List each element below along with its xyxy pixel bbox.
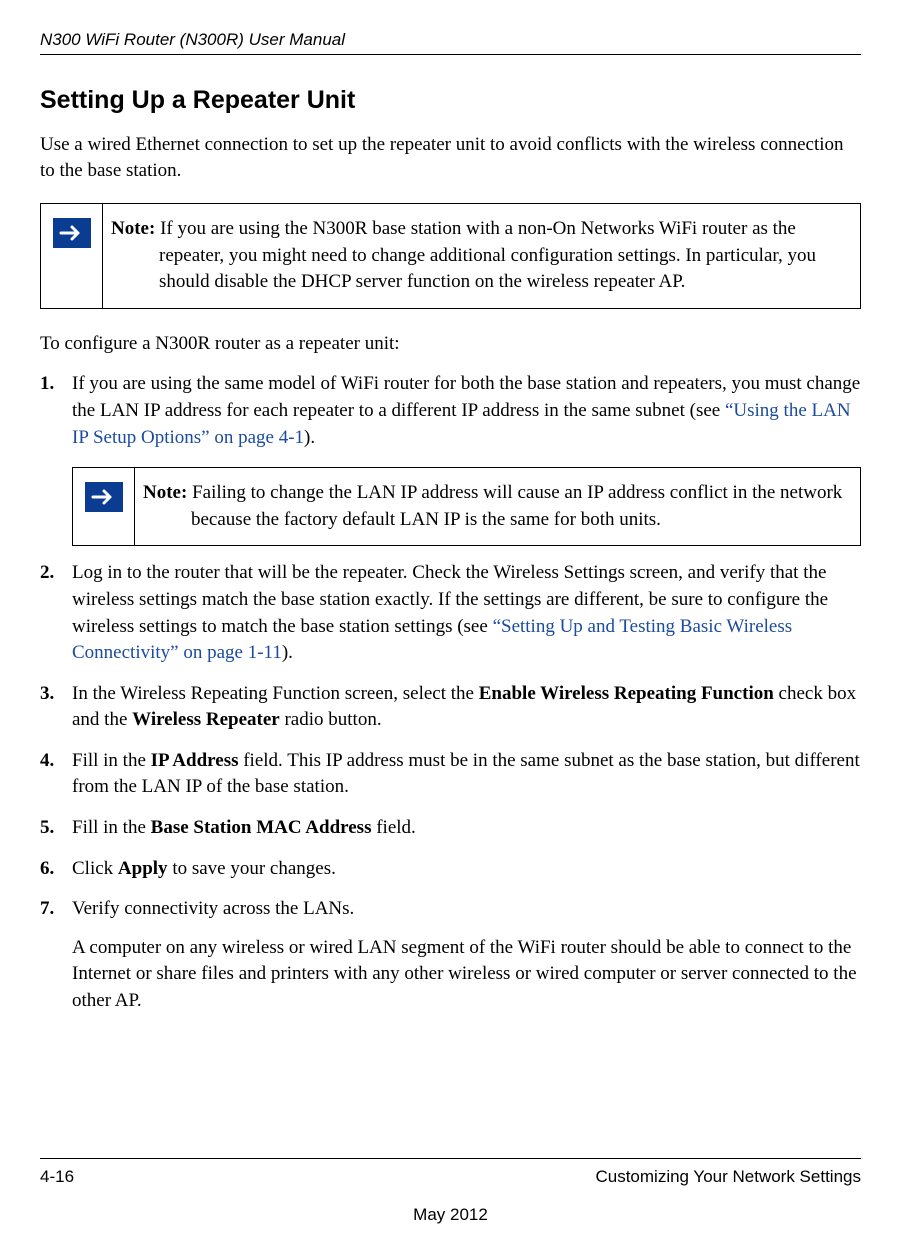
- list-item: If you are using the same model of WiFi …: [40, 371, 861, 546]
- list-item: Log in to the router that will be the re…: [40, 560, 861, 666]
- step-text: Fill in the: [72, 750, 151, 771]
- steps-list: If you are using the same model of WiFi …: [40, 371, 861, 1014]
- ui-element-name: IP Address: [151, 750, 239, 771]
- step-text: field.: [371, 817, 415, 838]
- note-label: Note:: [143, 482, 187, 503]
- list-item: Fill in the IP Address field. This IP ad…: [40, 748, 861, 801]
- pre-list-text: To configure a N300R router as a repeate…: [40, 331, 861, 358]
- ui-element-name: Base Station MAC Address: [151, 817, 372, 838]
- note-body: If you are using the N300R base station …: [155, 218, 816, 292]
- note-text: Note: If you are using the N300R base st…: [103, 204, 860, 308]
- step-text: to save your changes.: [168, 858, 336, 879]
- note-box-1: Note: If you are using the N300R base st…: [40, 203, 861, 309]
- step-text: ).: [304, 427, 315, 448]
- footer-date: May 2012: [40, 1203, 861, 1227]
- note-label: Note:: [111, 218, 155, 239]
- chapter-title: Customizing Your Network Settings: [595, 1165, 861, 1189]
- arrow-right-icon: [85, 482, 123, 512]
- page-footer: 4-16 Customizing Your Network Settings M…: [40, 1158, 861, 1227]
- list-item: Fill in the Base Station MAC Address fie…: [40, 815, 861, 842]
- note-text: Note: Failing to change the LAN IP addre…: [135, 468, 860, 545]
- note-icon-cell: [73, 468, 135, 545]
- step-text: In the Wireless Repeating Function scree…: [72, 683, 479, 704]
- note-icon-cell: [41, 204, 103, 308]
- list-item: Click Apply to save your changes.: [40, 856, 861, 883]
- page-number: 4-16: [40, 1165, 74, 1189]
- note-body: Failing to change the LAN IP address wil…: [187, 482, 842, 530]
- ui-element-name: Enable Wireless Repeating Function: [479, 683, 774, 704]
- step-text: Verify connectivity across the LANs.: [72, 898, 354, 919]
- step-text: ).: [282, 642, 293, 663]
- section-intro: Use a wired Ethernet connection to set u…: [40, 132, 861, 185]
- step-text: Fill in the: [72, 817, 151, 838]
- step-text: radio button.: [280, 709, 382, 730]
- list-item: Verify connectivity across the LANs. A c…: [40, 896, 861, 1014]
- step-text: Click: [72, 858, 118, 879]
- arrow-right-icon: [53, 218, 91, 248]
- note-box-2: Note: Failing to change the LAN IP addre…: [72, 467, 861, 546]
- section-heading: Setting Up a Repeater Unit: [40, 83, 861, 118]
- step-sub-text: A computer on any wireless or wired LAN …: [72, 935, 861, 1015]
- ui-element-name: Wireless Repeater: [132, 709, 280, 730]
- header-rule: [40, 54, 861, 55]
- footer-rule: [40, 1158, 861, 1159]
- ui-element-name: Apply: [118, 858, 168, 879]
- list-item: In the Wireless Repeating Function scree…: [40, 681, 861, 734]
- manual-title: N300 WiFi Router (N300R) User Manual: [40, 28, 861, 52]
